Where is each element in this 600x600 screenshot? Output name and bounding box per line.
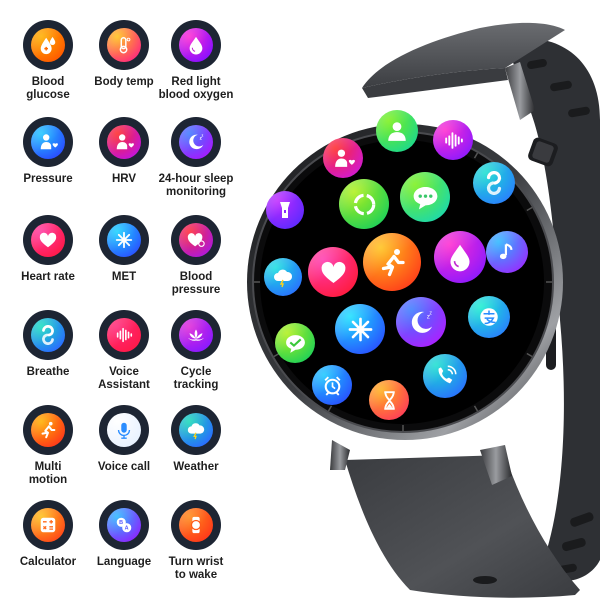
wechat-app[interactable] — [275, 323, 315, 363]
heart-gauge-icon — [179, 223, 213, 257]
blood-drop-plus-icon — [31, 28, 65, 62]
contacts-app[interactable] — [376, 110, 418, 152]
hourglass-icon — [378, 389, 401, 412]
hrv-app[interactable] — [323, 138, 363, 178]
person-heart-icon — [332, 147, 355, 170]
ring-icon — [350, 190, 379, 219]
breathe-icon — [31, 318, 65, 352]
person-icon — [385, 119, 409, 143]
watch-icon — [179, 508, 213, 542]
flashlight-icon — [274, 199, 296, 221]
alipay-icon — [477, 305, 501, 329]
asterisk-icon — [107, 223, 141, 257]
heart-icon — [31, 223, 65, 257]
met-app[interactable] — [335, 304, 385, 354]
check-bubble-icon — [284, 332, 307, 355]
water-drop-icon — [445, 242, 475, 272]
svg-text:A: A — [125, 526, 129, 532]
svg-text:B: B — [119, 520, 123, 526]
svg-text:z: z — [429, 310, 432, 316]
cloud-lightning-icon — [179, 413, 213, 447]
moon-icon: zz — [179, 125, 213, 159]
cloud-lightning-icon — [272, 266, 294, 288]
alipay-app[interactable] — [468, 296, 510, 338]
running-icon — [31, 413, 65, 447]
sound-wave-icon — [442, 129, 465, 152]
person-heart-icon — [31, 125, 65, 159]
heart-rate-app[interactable] — [308, 247, 358, 297]
heart-icon — [319, 258, 348, 287]
blood-oxygen-app[interactable] — [434, 231, 486, 283]
alarm-clock-icon — [321, 374, 344, 397]
phone-icon — [433, 364, 458, 389]
strap-bottom — [345, 455, 580, 598]
messages-app[interactable] — [400, 172, 450, 222]
running-icon — [376, 246, 409, 279]
multi-motion-app[interactable] — [363, 233, 421, 291]
svg-text:z: z — [201, 134, 203, 138]
weather-app[interactable] — [264, 258, 302, 296]
timer-app[interactable] — [369, 380, 409, 420]
microphone-icon — [107, 413, 141, 447]
translate-icon: BA — [107, 508, 141, 542]
music-note-icon — [495, 240, 519, 264]
thermometer-icon — [107, 28, 141, 62]
breathe-icon — [482, 171, 506, 195]
phone-app[interactable] — [423, 354, 467, 398]
person-heart-icon — [107, 125, 141, 159]
smartwatch: zz — [0, 0, 600, 600]
chat-bubble-icon — [411, 183, 440, 212]
lotus-icon — [179, 318, 213, 352]
flashlight-app[interactable] — [266, 191, 304, 229]
activity-ring-app[interactable] — [339, 179, 389, 229]
alarm-app[interactable] — [312, 365, 352, 405]
asterisk-icon — [346, 315, 375, 344]
music-app[interactable] — [486, 231, 528, 273]
moon-icon: zz — [407, 308, 436, 337]
sound-wave-icon — [107, 318, 141, 352]
breathe-app[interactable] — [473, 162, 515, 204]
sleep-app[interactable]: zz — [396, 297, 446, 347]
calculator-icon — [31, 508, 65, 542]
water-drop-icon — [179, 28, 213, 62]
voice-assistant-app[interactable] — [433, 120, 473, 160]
